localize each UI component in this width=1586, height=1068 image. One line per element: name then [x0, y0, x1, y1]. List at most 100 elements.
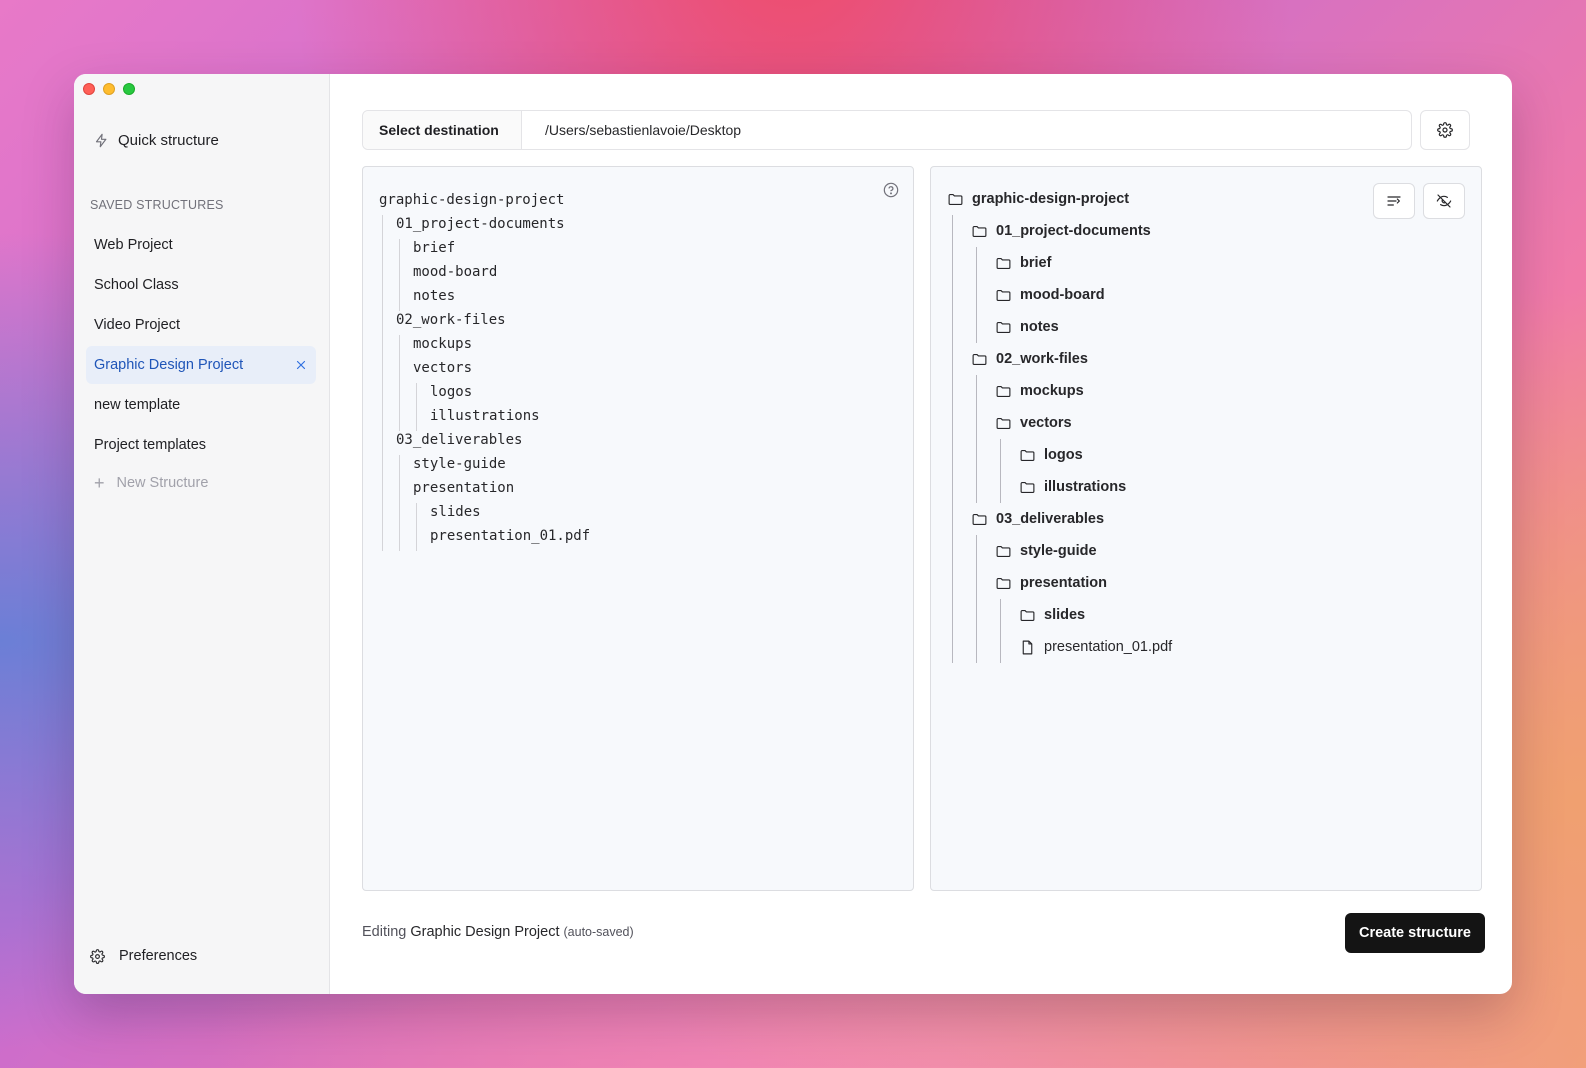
lightning-icon [95, 133, 107, 148]
tree-indent-guide [947, 279, 971, 311]
close-window-button[interactable] [83, 83, 95, 95]
destination-path[interactable]: /Users/sebastienlavoie/Desktop [522, 111, 1411, 149]
tree-folder-item[interactable]: 01_project-documents [947, 215, 1465, 247]
tree-indent-guide [947, 439, 971, 471]
saved-structure-label: Web Project [94, 237, 173, 253]
folder-icon [996, 385, 1011, 397]
editor-line-text: slides [430, 504, 481, 520]
tree-indent-guide [947, 631, 971, 663]
saved-structure-item[interactable]: Video Project [86, 306, 316, 344]
tree-indent-guide [947, 343, 971, 375]
folder-icon [972, 513, 987, 525]
indent-guide [379, 335, 396, 359]
indent-guide [379, 455, 396, 479]
editor-line: brief [379, 239, 897, 263]
tree-indent-guide [971, 631, 995, 663]
tree-folder-item[interactable]: logos [947, 439, 1465, 471]
editor-line: notes [379, 287, 897, 311]
tree-item-label: mood-board [1020, 287, 1105, 303]
tree-indent-guide [971, 567, 995, 599]
saved-structure-item[interactable]: new template [86, 386, 316, 424]
tree-file-item[interactable]: presentation_01.pdf [947, 631, 1465, 663]
editor-line-text: presentation [413, 480, 515, 496]
tree-indent-guide [995, 599, 1019, 631]
editor-line-text: style-guide [413, 456, 506, 472]
indent-guide [396, 455, 413, 479]
window-controls [83, 83, 135, 95]
indent-guide [396, 287, 413, 311]
tree-item-label: brief [1020, 255, 1052, 271]
editor-line-text: 02_work-files [396, 312, 506, 328]
tree-folder-item[interactable]: 02_work-files [947, 343, 1465, 375]
tree-item-label: notes [1020, 319, 1059, 335]
saved-structure-item[interactable]: Graphic Design Project [86, 346, 316, 384]
tree-indent-guide [947, 599, 971, 631]
editor-line: slides [379, 503, 897, 527]
editor-line-text: brief [413, 240, 456, 256]
tree-folder-item[interactable]: mood-board [947, 279, 1465, 311]
tree-indent-guide [971, 471, 995, 503]
tree-folder-item[interactable]: mockups [947, 375, 1465, 407]
gear-icon [1437, 122, 1453, 138]
indent-guide [413, 407, 430, 431]
editor-line: presentation_01.pdf [379, 527, 897, 551]
question-circle-icon[interactable] [883, 182, 899, 198]
editor-line: 02_work-files [379, 311, 897, 335]
indent-guide [379, 263, 396, 287]
close-icon[interactable] [294, 358, 308, 372]
editing-status: Editing Graphic Design Project (auto-sav… [362, 924, 634, 940]
zoom-window-button[interactable] [123, 83, 135, 95]
tree-item-label: graphic-design-project [972, 191, 1130, 207]
tree-indent-guide [971, 311, 995, 343]
app-window: Quick structure SAVED STRUCTURES Web Pro… [74, 74, 1512, 994]
quick-structure-button[interactable]: Quick structure [94, 132, 219, 149]
tree-indent-guide [971, 599, 995, 631]
create-structure-button[interactable]: Create structure [1345, 913, 1485, 953]
tree-indent-guide [947, 567, 971, 599]
tree-indent-guide [971, 375, 995, 407]
indent-guide [379, 527, 396, 551]
tree-folder-item[interactable]: 03_deliverables [947, 503, 1465, 535]
saved-structure-item[interactable]: Project templates [86, 426, 316, 464]
preferences-button[interactable]: Preferences [90, 948, 197, 964]
saved-structure-item[interactable]: Web Project [86, 226, 316, 264]
editor-lines: graphic-design-project 01_project-documen… [379, 191, 897, 551]
tree-indent-guide [947, 311, 971, 343]
plus-icon: + [94, 473, 105, 493]
editor-line: graphic-design-project [379, 191, 897, 215]
indent-guide [379, 479, 396, 503]
folder-icon [996, 545, 1011, 557]
folder-icon [996, 577, 1011, 589]
hide-button[interactable] [1423, 183, 1465, 219]
new-structure-button[interactable]: + New Structure [94, 474, 208, 492]
tree-indent-guide [971, 439, 995, 471]
saved-structure-item[interactable]: School Class [86, 266, 316, 304]
structure-text-editor[interactable]: graphic-design-project 01_project-documen… [362, 166, 914, 891]
tree-item-label: 01_project-documents [996, 223, 1151, 239]
tree-indent-guide [947, 471, 971, 503]
minimize-window-button[interactable] [103, 83, 115, 95]
folder-icon [972, 353, 987, 365]
gear-icon [90, 948, 105, 964]
indent-guide [413, 503, 430, 527]
folder-icon [1020, 449, 1035, 461]
saved-structure-label: Graphic Design Project [94, 357, 244, 373]
tree-indent-guide [995, 439, 1019, 471]
tree-folder-item[interactable]: illustrations [947, 471, 1465, 503]
settings-button[interactable] [1420, 110, 1470, 150]
editor-line-text: logos [430, 384, 473, 400]
indent-guide [396, 335, 413, 359]
editing-structure-name: Graphic Design Project [410, 924, 560, 940]
select-destination-button[interactable]: Select destination [363, 111, 522, 149]
tree-folder-item[interactable]: slides [947, 599, 1465, 631]
saved-structure-label: Video Project [94, 317, 180, 333]
tree-item-label: logos [1044, 447, 1083, 463]
tree-folder-item[interactable]: presentation [947, 567, 1465, 599]
tree-folder-item[interactable]: notes [947, 311, 1465, 343]
tree-folder-item[interactable]: style-guide [947, 535, 1465, 567]
indent-guide [396, 407, 413, 431]
tree-folder-item[interactable]: brief [947, 247, 1465, 279]
indent-guide [396, 239, 413, 263]
wrap-button[interactable] [1373, 183, 1415, 219]
tree-folder-item[interactable]: vectors [947, 407, 1465, 439]
